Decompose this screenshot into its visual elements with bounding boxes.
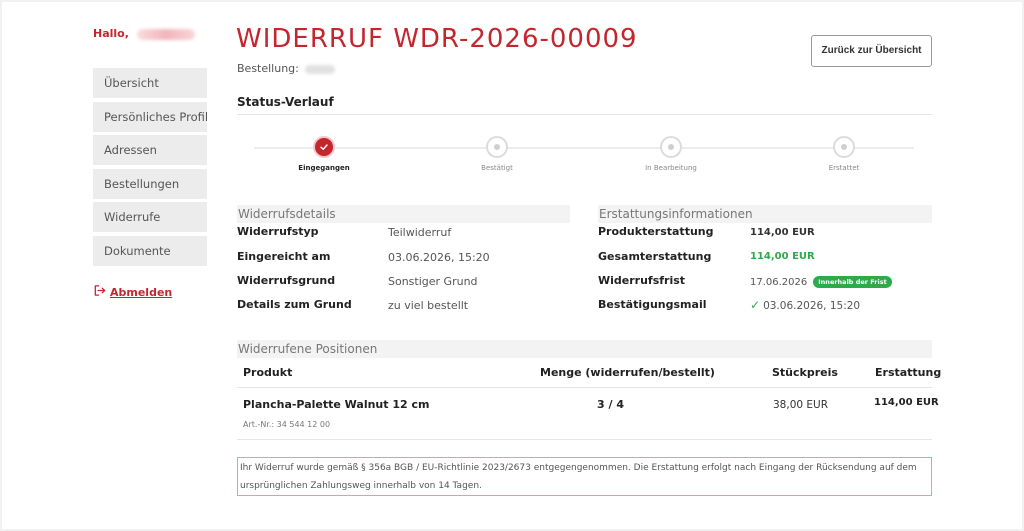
column-header-quantity: Menge (widerrufen/bestellt) (540, 366, 715, 379)
sidebar-item-profile[interactable]: Persönliches Profil (93, 101, 207, 132)
within-deadline-badge: Innerhalb der Frist (813, 276, 892, 288)
step-pending-indicator (486, 136, 508, 158)
detail-value: 03.06.2026, 15:20 (388, 251, 490, 264)
order-reference: Bestellung: (237, 62, 336, 75)
product-refund-value: 114,00 EUR (750, 227, 815, 238)
column-header-refund: Erstattung (875, 366, 942, 379)
sidebar-item-withdrawals[interactable]: Widerrufe (93, 202, 207, 233)
sidebar-item-addresses[interactable]: Adressen (93, 135, 207, 166)
step-label: Bestätigt (481, 164, 513, 172)
withdrawn-positions-heading: Widerrufene Positionen (237, 340, 932, 358)
status-step-received: Eingegangen (274, 136, 374, 172)
detail-label: Widerrufstyp (237, 225, 319, 238)
status-step-refunded: Erstattet (794, 136, 894, 172)
logout-label: Abmelden (110, 285, 173, 299)
sidebar-item-documents[interactable]: Dokumente (93, 235, 207, 266)
refund-label: Widerrufsfrist (598, 274, 686, 287)
confirmation-mail-value: ✓ 03.06.2026, 15:20 (750, 298, 860, 312)
frame-border-top (0, 0, 1024, 2)
sidebar-item-orders[interactable]: Bestellungen (93, 168, 207, 199)
back-to-overview-button[interactable]: Zurück zur Übersicht (811, 35, 932, 67)
step-pending-indicator (660, 136, 682, 158)
step-pending-indicator (833, 136, 855, 158)
status-history-heading: Status-Verlauf (237, 95, 334, 109)
refund-label: Gesamterstattung (598, 250, 712, 263)
logout-link[interactable]: Abmelden (93, 284, 172, 300)
greeting: Hallo, (93, 27, 195, 40)
step-label: In Bearbeitung (645, 164, 697, 172)
position-refund: 114,00 EUR (874, 397, 939, 408)
detail-value: Sonstiger Grund (388, 275, 478, 288)
deadline-value: 17.06.2026 Innerhalb der Frist (750, 276, 892, 288)
status-divider (237, 114, 932, 115)
detail-label: Eingereicht am (237, 250, 331, 263)
greeting-text: Hallo, (93, 27, 129, 40)
detail-label: Details zum Grund (237, 298, 352, 311)
position-article-number: Art.-Nr.: 34 544 12 00 (243, 420, 331, 429)
deadline-date: 17.06.2026 (750, 277, 808, 288)
confirmation-mail-date: 03.06.2026, 15:20 (763, 300, 861, 312)
step-label: Eingegangen (298, 164, 350, 172)
positions-table-header: Produkt Menge (widerrufen/bestellt) Stüc… (237, 360, 941, 388)
column-header-unit-price: Stückpreis (772, 366, 838, 379)
status-step-confirmed: Bestätigt (447, 136, 547, 172)
page-title: WIDERRUF WDR-2026-00009 (236, 24, 638, 54)
refund-info-heading: Erstattungsinformationen (598, 205, 932, 223)
position-quantity: 3 / 4 (597, 398, 624, 411)
sidebar-item-overview[interactable]: Übersicht (93, 68, 207, 98)
check-icon (320, 144, 328, 150)
table-row-divider (237, 439, 932, 440)
order-label: Bestellung: (237, 62, 299, 75)
position-unit-price: 38,00 EUR (773, 399, 829, 411)
total-refund-value: 114,00 EUR (750, 251, 815, 262)
detail-value: Teilwiderruf (388, 226, 452, 239)
refund-label: Produkterstattung (598, 225, 714, 238)
account-sidebar-nav: Übersicht Persönliches Profil Adressen B… (93, 68, 207, 270)
legal-notice-box: Ihr Widerruf wurde gemäß § 356a BGB / EU… (237, 457, 932, 496)
status-step-processing: In Bearbeitung (621, 136, 721, 172)
column-header-product: Produkt (243, 366, 293, 379)
step-label: Erstattet (828, 164, 860, 172)
refund-label: Bestätigungsmail (598, 298, 707, 311)
order-number-redacted (305, 64, 336, 74)
detail-value: zu viel bestellt (388, 299, 469, 312)
user-name-redacted (136, 28, 195, 40)
frame-border-left (0, 0, 2, 531)
step-done-indicator (313, 136, 335, 158)
logout-icon (93, 284, 106, 300)
detail-label: Widerrufsgrund (237, 274, 336, 287)
withdrawal-details-heading: Widerrufsdetails (237, 205, 570, 223)
checkmark-icon: ✓ (750, 298, 761, 312)
position-product-name: Plancha-Palette Walnut 12 cm (243, 398, 430, 411)
